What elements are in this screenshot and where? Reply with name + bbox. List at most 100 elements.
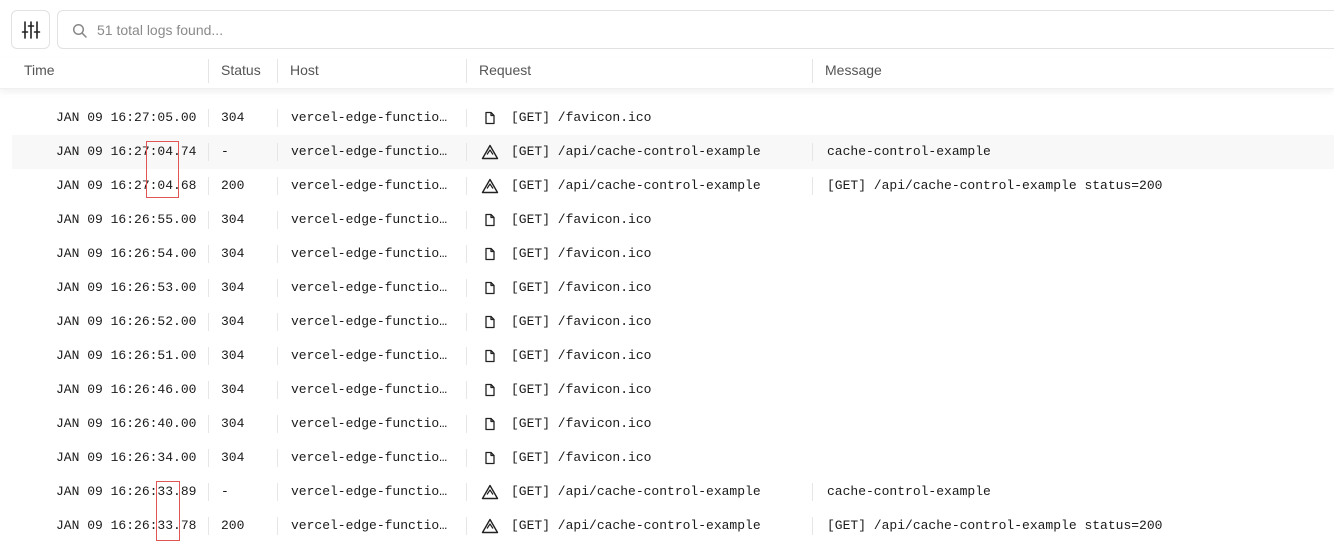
column-resize-handle[interactable] xyxy=(812,59,813,83)
table-row[interactable]: JAN 09 16:26:52.00 304 vercel-edge-functio… xyxy=(0,305,1334,339)
function-icon xyxy=(481,169,499,203)
cell-status: 304 xyxy=(221,246,245,261)
table-row[interactable]: JAN 09 16:26:55.00 304 vercel-edge-functio… xyxy=(0,203,1334,237)
table-row[interactable]: JAN 09 16:26:40.00 304 vercel-edge-functio… xyxy=(0,407,1334,441)
cell-time: JAN 09 16:26:34.00 xyxy=(56,450,197,465)
cell-message xyxy=(827,203,1327,237)
function-icon xyxy=(481,509,499,543)
column-divider xyxy=(277,517,278,535)
column-header-request[interactable]: Request xyxy=(479,58,531,82)
cell-host: vercel-edge-functio… xyxy=(291,382,448,397)
cell-request: [GET] /favicon.ico xyxy=(511,314,652,329)
cell-time: JAN 09 16:26:33.89 xyxy=(56,484,197,499)
filter-button[interactable] xyxy=(11,10,50,49)
table-row[interactable]: JAN 09 16:27:04.74 - vercel-edge-functio… [… xyxy=(12,135,1334,169)
column-divider xyxy=(466,211,467,229)
table-row[interactable]: JAN 09 16:26:33.89 - vercel-edge-functio… [… xyxy=(0,475,1334,509)
column-resize-handle[interactable] xyxy=(466,59,467,83)
column-divider xyxy=(277,211,278,229)
column-divider xyxy=(466,143,467,161)
column-divider xyxy=(208,279,209,297)
function-icon xyxy=(481,135,499,169)
cell-time: JAN 09 16:26:52.00 xyxy=(56,314,197,329)
file-icon xyxy=(481,339,499,373)
table-row[interactable]: JAN 09 16:26:54.00 304 vercel-edge-functio… xyxy=(0,237,1334,271)
column-header-message[interactable]: Message xyxy=(825,58,882,82)
column-divider xyxy=(208,415,209,433)
cell-time: JAN 09 16:27:04.68 xyxy=(56,178,197,193)
cell-message: [GET] /api/cache-control-example status=… xyxy=(827,518,1163,533)
cell-request: [GET] /favicon.ico xyxy=(511,348,652,363)
table-header: Time Status Host Request Message xyxy=(0,58,1334,89)
column-divider xyxy=(812,483,813,501)
column-header-status[interactable]: Status xyxy=(221,58,261,82)
cell-time: JAN 09 16:26:51.00 xyxy=(56,348,197,363)
table-row[interactable]: JAN 09 16:27:04.68 200 vercel-edge-functio… xyxy=(0,169,1334,203)
file-icon xyxy=(481,305,499,339)
column-divider xyxy=(208,211,209,229)
column-divider xyxy=(277,415,278,433)
cell-status: 304 xyxy=(221,382,245,397)
cell-request: [GET] /favicon.ico xyxy=(511,212,652,227)
cell-message xyxy=(827,101,1327,135)
file-icon xyxy=(481,271,499,305)
cell-host: vercel-edge-functio… xyxy=(291,246,448,261)
column-divider xyxy=(812,143,813,161)
column-divider xyxy=(466,381,467,399)
column-divider xyxy=(466,245,467,263)
cell-status: 304 xyxy=(221,416,245,431)
cell-message: [GET] /api/cache-control-example status=… xyxy=(827,178,1163,193)
cell-time: JAN 09 16:26:55.00 xyxy=(56,212,197,227)
cell-time: JAN 09 16:26:53.00 xyxy=(56,280,197,295)
column-divider xyxy=(208,313,209,331)
toolbar xyxy=(0,0,1334,58)
table-row[interactable]: JAN 09 16:26:34.00 304 vercel-edge-functio… xyxy=(0,441,1334,475)
file-icon xyxy=(481,373,499,407)
cell-status: 304 xyxy=(221,212,245,227)
cell-request: [GET] /favicon.ico xyxy=(511,280,652,295)
cell-status: 304 xyxy=(221,280,245,295)
column-divider xyxy=(208,245,209,263)
table-row[interactable]: JAN 09 16:26:46.00 304 vercel-edge-functio… xyxy=(0,373,1334,407)
cell-host: vercel-edge-functio… xyxy=(291,110,448,125)
column-divider xyxy=(466,109,467,127)
column-divider xyxy=(466,177,467,195)
column-divider xyxy=(277,279,278,297)
column-resize-handle[interactable] xyxy=(277,59,278,83)
table-row[interactable]: JAN 09 16:26:53.00 304 vercel-edge-functio… xyxy=(0,271,1334,305)
cell-host: vercel-edge-functio… xyxy=(291,144,448,159)
table-row[interactable]: JAN 09 16:26:33.78 200 vercel-edge-functio… xyxy=(0,509,1334,543)
column-divider xyxy=(812,177,813,195)
column-divider xyxy=(208,177,209,195)
cell-message xyxy=(827,237,1327,271)
cell-message xyxy=(827,339,1327,373)
column-resize-handle[interactable] xyxy=(208,59,209,83)
cell-request: [GET] /favicon.ico xyxy=(511,416,652,431)
column-divider xyxy=(466,517,467,535)
cell-status: 304 xyxy=(221,110,245,125)
cell-request: [GET] /api/cache-control-example xyxy=(511,144,761,159)
cell-status: 304 xyxy=(221,450,245,465)
file-icon xyxy=(481,203,499,237)
column-divider xyxy=(466,313,467,331)
cell-host: vercel-edge-functio… xyxy=(291,280,448,295)
cell-host: vercel-edge-functio… xyxy=(291,348,448,363)
column-header-host[interactable]: Host xyxy=(290,58,319,82)
column-header-time[interactable]: Time xyxy=(24,58,55,82)
column-divider xyxy=(466,449,467,467)
cell-host: vercel-edge-functio… xyxy=(291,212,448,227)
cell-host: vercel-edge-functio… xyxy=(291,484,448,499)
column-divider xyxy=(208,347,209,365)
cell-message xyxy=(827,271,1327,305)
table-row[interactable]: JAN 09 16:26:51.00 304 vercel-edge-functio… xyxy=(0,339,1334,373)
cell-request: [GET] /api/cache-control-example xyxy=(511,484,761,499)
search-icon xyxy=(72,23,87,38)
search-input[interactable] xyxy=(97,19,897,41)
table-row[interactable]: JAN 09 16:27:05.00 304 vercel-edge-functio… xyxy=(0,101,1334,135)
cell-request: [GET] /favicon.ico xyxy=(511,450,652,465)
cell-status: 200 xyxy=(221,518,245,533)
column-divider xyxy=(812,517,813,535)
cell-message xyxy=(827,373,1327,407)
search-box[interactable] xyxy=(57,10,1334,49)
cell-request: [GET] /favicon.ico xyxy=(511,110,652,125)
